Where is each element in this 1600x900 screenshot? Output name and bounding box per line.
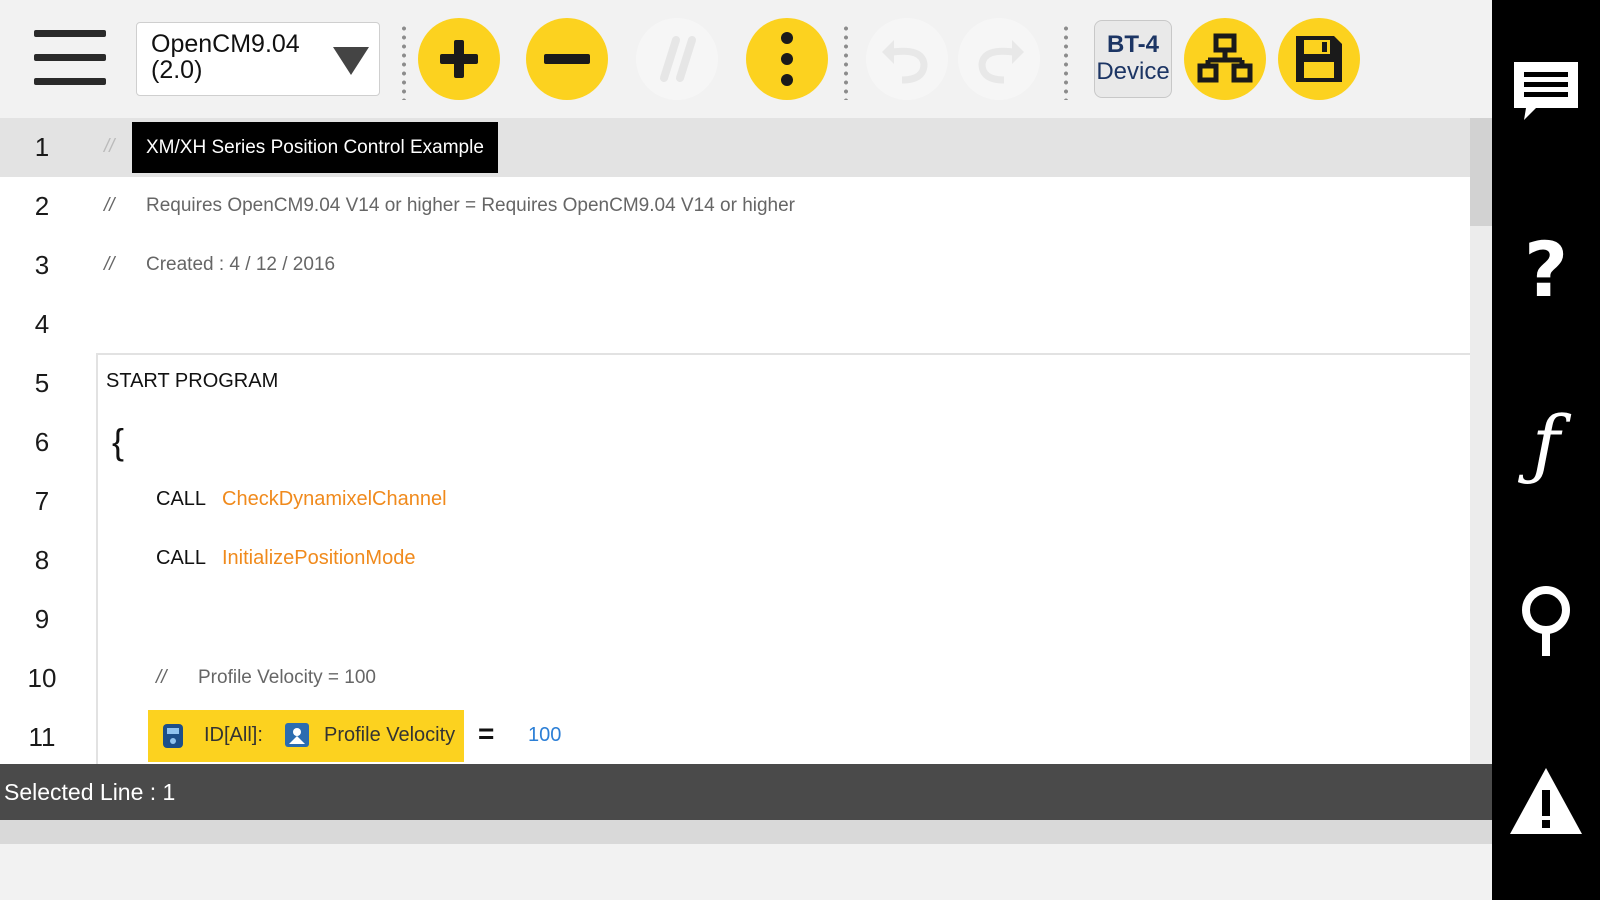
comment-title: XM/XH Series Position Control Example bbox=[132, 122, 498, 173]
horizontal-scrollbar[interactable] bbox=[0, 820, 1492, 844]
network-icon bbox=[1197, 33, 1253, 83]
message-icon[interactable] bbox=[1506, 50, 1586, 130]
line-number: 6 bbox=[34, 427, 50, 457]
toolbar: OpenCM9.04 (2.0) BT-4 Device bbox=[0, 0, 1492, 118]
comment-button[interactable] bbox=[636, 18, 718, 100]
add-line-button[interactable] bbox=[418, 18, 500, 100]
search-icon[interactable] bbox=[1506, 582, 1586, 662]
line-number: 3 bbox=[34, 250, 50, 280]
code-line[interactable]: 10 // Profile Velocity = 100 bbox=[0, 649, 1470, 708]
comment-text: Created : 4 / 12 / 2016 bbox=[146, 254, 336, 275]
redo-button[interactable] bbox=[958, 18, 1040, 100]
assign-value[interactable]: 100 bbox=[528, 724, 561, 747]
svg-text:ƒ: ƒ bbox=[1518, 404, 1572, 484]
code-line[interactable]: 3 // Created : 4 / 12 / 2016 bbox=[0, 236, 1470, 295]
vertical-scrollbar[interactable] bbox=[1470, 118, 1492, 764]
menu-icon[interactable] bbox=[34, 28, 106, 88]
toolbar-separator bbox=[1064, 24, 1068, 100]
call-keyword: CALL bbox=[156, 488, 207, 510]
device-id: ID[All]: bbox=[204, 724, 263, 746]
comment-marker: // bbox=[104, 254, 115, 275]
bt4-sublabel: Device bbox=[1096, 58, 1170, 85]
toolbar-separator bbox=[844, 24, 848, 100]
line-number: 4 bbox=[34, 309, 50, 339]
function-name[interactable]: InitializePositionMode bbox=[222, 547, 415, 570]
code-line[interactable]: 7 CALL CheckDynamixelChannel bbox=[0, 472, 1470, 531]
code-line[interactable]: 2 // Requires OpenCM9.04 V14 or higher =… bbox=[0, 177, 1470, 236]
code-line[interactable]: 9 bbox=[0, 590, 1470, 649]
scroll-thumb[interactable] bbox=[1470, 118, 1492, 226]
line-number: 11 bbox=[28, 722, 56, 752]
call-keyword: CALL bbox=[156, 547, 207, 569]
code-line[interactable]: 11 ID[All]: Profile Velocity = 100 bbox=[0, 708, 1470, 764]
save-icon bbox=[1296, 36, 1342, 82]
connect-button[interactable] bbox=[1184, 18, 1266, 100]
more-options-button[interactable] bbox=[746, 18, 828, 100]
status-bar: Selected Line : 1 bbox=[0, 764, 1492, 820]
main-area: OpenCM9.04 (2.0) BT-4 Device 1 // XM/XH … bbox=[0, 0, 1492, 900]
line-number: 10 bbox=[27, 663, 57, 693]
right-sidebar: ? ƒ bbox=[1492, 0, 1600, 900]
device-select[interactable]: OpenCM9.04 (2.0) bbox=[136, 22, 380, 96]
comment-marker: // bbox=[104, 136, 115, 157]
undo-button[interactable] bbox=[866, 18, 948, 100]
remove-line-button[interactable] bbox=[526, 18, 608, 100]
start-program-label: START PROGRAM bbox=[106, 370, 279, 392]
bt4-label: BT-4 bbox=[1106, 31, 1159, 58]
comment-marker: // bbox=[104, 195, 115, 216]
code-editor[interactable]: 1 // XM/XH Series Position Control Examp… bbox=[0, 118, 1492, 764]
parameter-block[interactable]: ID[All]: Profile Velocity bbox=[148, 710, 464, 762]
minus-icon bbox=[544, 54, 590, 64]
chevron-down-icon bbox=[333, 47, 369, 75]
warning-icon[interactable] bbox=[1506, 764, 1586, 844]
dynamixel-icon bbox=[163, 724, 183, 748]
undo-icon bbox=[882, 40, 928, 84]
open-brace: { bbox=[112, 421, 125, 462]
device-name: OpenCM9.04 bbox=[151, 30, 300, 58]
save-button[interactable] bbox=[1278, 18, 1360, 100]
help-icon[interactable]: ? bbox=[1506, 225, 1586, 314]
assign-operator: = bbox=[478, 718, 495, 749]
comment-text: Profile Velocity = 100 bbox=[198, 667, 376, 688]
line-number: 9 bbox=[34, 604, 50, 634]
comment-marker: // bbox=[156, 667, 167, 688]
comment-slash-icon bbox=[660, 36, 696, 82]
svg-text:?: ? bbox=[1524, 228, 1568, 308]
redo-icon bbox=[978, 40, 1024, 84]
plus-icon bbox=[440, 40, 478, 78]
bt4-device-button[interactable]: BT-4 Device bbox=[1094, 20, 1172, 98]
code-line[interactable]: 5 START PROGRAM bbox=[0, 354, 1470, 413]
property-name: Profile Velocity bbox=[324, 724, 456, 746]
line-number: 7 bbox=[34, 486, 50, 516]
line-number: 5 bbox=[34, 368, 50, 398]
comment-text: Requires OpenCM9.04 V14 or higher = Requ… bbox=[146, 195, 796, 216]
code-line[interactable]: 4 bbox=[0, 295, 1470, 354]
line-number: 2 bbox=[34, 191, 50, 221]
line-number: 8 bbox=[34, 545, 50, 575]
code-line[interactable]: 6 { bbox=[0, 413, 1470, 472]
code-line[interactable]: 8 CALL InitializePositionMode bbox=[0, 531, 1470, 590]
device-version: (2.0) bbox=[151, 56, 203, 84]
toolbar-separator bbox=[402, 24, 406, 100]
more-vertical-icon bbox=[781, 32, 793, 86]
code-line[interactable]: 1 // XM/XH Series Position Control Examp… bbox=[0, 118, 1470, 177]
function-icon[interactable]: ƒ bbox=[1506, 399, 1586, 488]
line-number: 1 bbox=[34, 132, 50, 162]
property-icon bbox=[285, 723, 309, 747]
function-name[interactable]: CheckDynamixelChannel bbox=[222, 488, 447, 511]
